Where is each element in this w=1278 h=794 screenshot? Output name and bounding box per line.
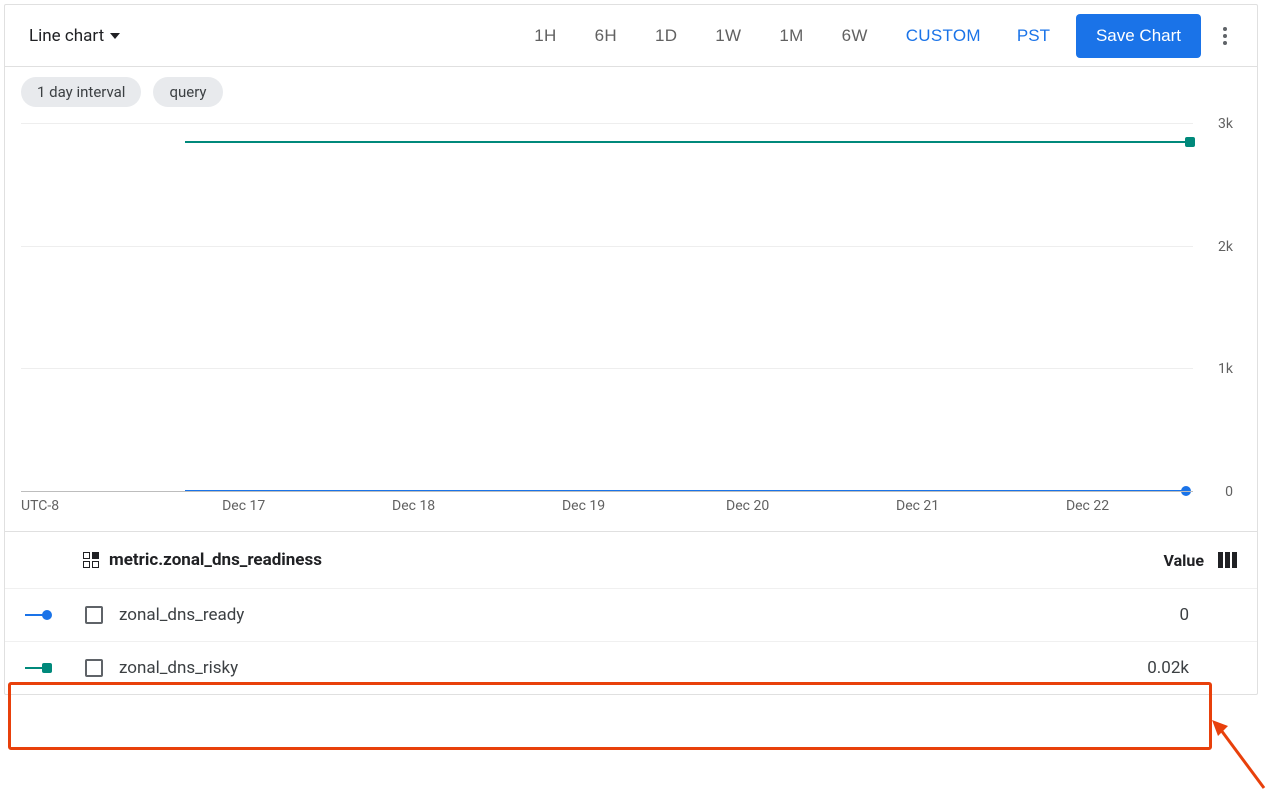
legend-row-zonal-dns-ready[interactable]: zonal_dns_ready 0	[5, 588, 1257, 641]
series-name-label: zonal_dns_ready	[119, 605, 244, 625]
series-swatch-blue	[25, 610, 61, 620]
value-column-header: Value	[1164, 551, 1205, 570]
xtick: Dec 19	[562, 498, 605, 514]
chart-plot-area[interactable]: 3k 2k 1k 0 UTC-8 Dec 17 Dec 18 Dec 19 De…	[21, 123, 1241, 523]
series-value: 0.02k	[1147, 658, 1237, 678]
range-6h[interactable]: 6H	[577, 18, 635, 54]
legend-row-zonal-dns-risky[interactable]: zonal_dns_risky 0.02k	[5, 641, 1257, 694]
series-value: 0	[1179, 605, 1237, 625]
xtick: Dec 22	[1066, 498, 1109, 514]
ytick-3k: 3k	[1218, 116, 1233, 132]
legend-header: metric.zonal_dns_readiness Value	[5, 531, 1257, 588]
series-checkbox[interactable]	[85, 606, 103, 624]
range-1w[interactable]: 1W	[697, 18, 759, 54]
save-chart-button[interactable]: Save Chart	[1076, 14, 1201, 58]
range-1h[interactable]: 1H	[516, 18, 574, 54]
kebab-dot-icon	[1223, 34, 1227, 38]
filter-chips-row: 1 day interval query	[5, 67, 1257, 107]
chip-query[interactable]: query	[153, 77, 222, 107]
chevron-down-icon	[110, 33, 120, 39]
kebab-dot-icon	[1223, 41, 1227, 45]
ytick-1k: 1k	[1218, 361, 1233, 377]
range-6w[interactable]: 6W	[824, 18, 886, 54]
xtick: Dec 21	[896, 498, 939, 514]
timezone-axis-label: UTC-8	[21, 498, 59, 514]
chart-toolbar: Line chart 1H 6H 1D 1W 1M 6W CUSTOM PST …	[5, 5, 1257, 67]
chart-type-label: Line chart	[29, 26, 104, 46]
xtick: Dec 18	[392, 498, 435, 514]
series-name-label: zonal_dns_risky	[119, 658, 238, 678]
legend-group-label: metric.zonal_dns_readiness	[109, 550, 322, 570]
range-1d[interactable]: 1D	[637, 18, 695, 54]
xtick: Dec 17	[222, 498, 265, 514]
ytick-0: 0	[1225, 484, 1233, 500]
xtick: Dec 20	[726, 498, 769, 514]
timezone-button[interactable]: PST	[999, 18, 1068, 54]
time-range-group: 1H 6H 1D 1W 1M 6W CUSTOM	[516, 18, 999, 54]
breakdown-icon[interactable]	[83, 552, 99, 568]
more-options-button[interactable]	[1209, 17, 1241, 55]
series-endpoint-zonal-dns-risky	[1185, 137, 1195, 147]
range-1m[interactable]: 1M	[761, 18, 821, 54]
chart-panel: Line chart 1H 6H 1D 1W 1M 6W CUSTOM PST …	[4, 4, 1258, 695]
x-axis: UTC-8 Dec 17 Dec 18 Dec 19 Dec 20 Dec 21…	[21, 491, 1193, 523]
ytick-2k: 2k	[1218, 239, 1233, 255]
kebab-dot-icon	[1223, 27, 1227, 31]
chart-type-selector[interactable]: Line chart	[21, 20, 128, 52]
chip-interval[interactable]: 1 day interval	[21, 77, 141, 107]
range-custom[interactable]: CUSTOM	[888, 18, 999, 54]
series-line-zonal-dns-risky	[185, 141, 1193, 143]
annotation-arrow-icon	[1212, 720, 1272, 794]
series-swatch-teal	[25, 663, 61, 673]
series-checkbox[interactable]	[85, 659, 103, 677]
columns-icon[interactable]	[1218, 552, 1237, 568]
